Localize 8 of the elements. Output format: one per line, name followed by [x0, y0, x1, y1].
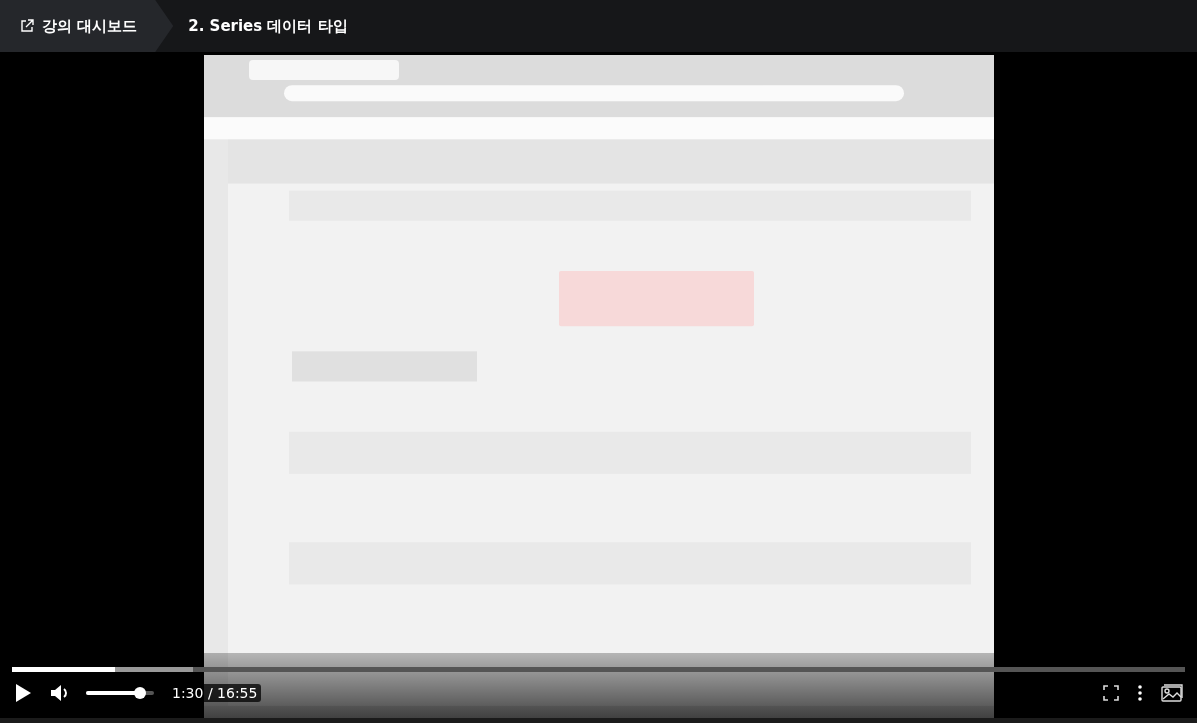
volume-thumb[interactable] [134, 687, 147, 699]
progress-bar[interactable] [12, 667, 1185, 672]
picture-in-picture-button[interactable] [1159, 682, 1185, 704]
dashboard-link[interactable]: 강의 대시보드 [0, 0, 174, 52]
more-options-button[interactable] [1135, 683, 1145, 703]
external-link-icon [20, 19, 34, 33]
fullscreen-button[interactable] [1101, 683, 1121, 703]
lesson-title: 2. Series 데이터 타입 [188, 16, 348, 36]
